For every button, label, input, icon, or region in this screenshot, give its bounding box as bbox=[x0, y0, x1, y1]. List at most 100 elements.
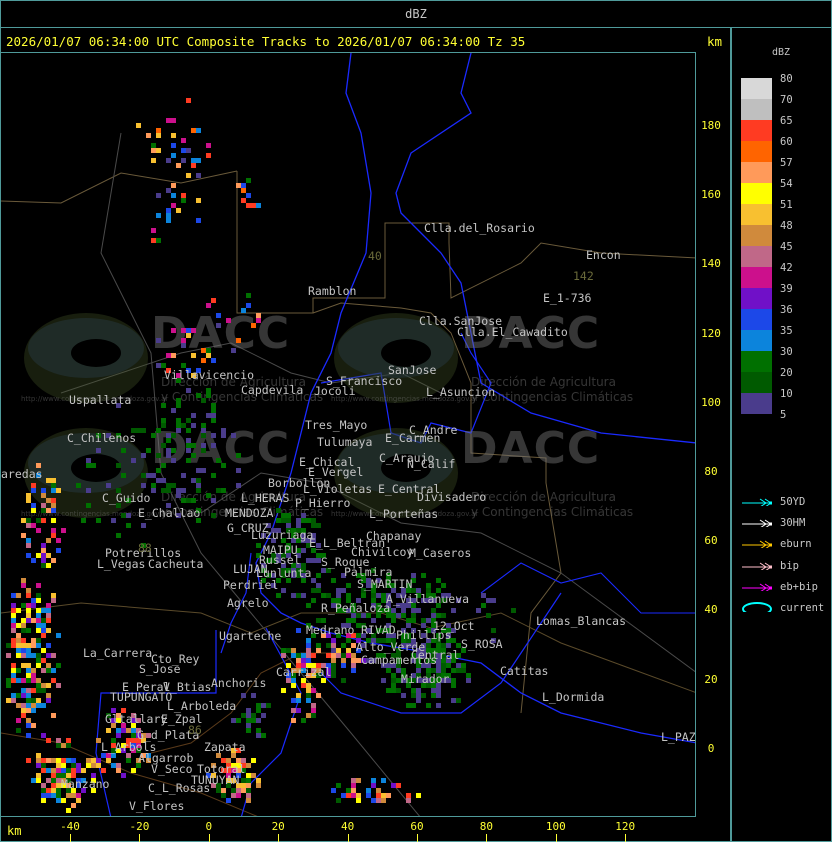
legend-level-label: 48 bbox=[780, 220, 793, 232]
place-label: E_Challao bbox=[138, 506, 201, 520]
echo-pixel bbox=[171, 118, 176, 123]
echo-pixel bbox=[196, 218, 201, 223]
legend-level-label: 65 bbox=[780, 115, 793, 127]
echo-pixel bbox=[391, 688, 396, 693]
echo-pixel bbox=[51, 788, 56, 793]
legend-swatch bbox=[741, 183, 772, 204]
echo-pixel bbox=[26, 603, 31, 608]
echo-pixel bbox=[256, 543, 261, 548]
legend-swatch bbox=[741, 78, 772, 99]
echo-pixel bbox=[196, 468, 201, 473]
echo-pixel bbox=[191, 453, 196, 458]
x-tick-label: -40 bbox=[60, 820, 80, 833]
echo-pixel bbox=[41, 783, 46, 788]
legend-swatch bbox=[741, 162, 772, 183]
echo-pixel bbox=[306, 698, 311, 703]
echo-pixel bbox=[206, 303, 211, 308]
echo-pixel bbox=[356, 793, 361, 798]
echo-pixel bbox=[356, 798, 361, 803]
echo-pixel bbox=[426, 618, 431, 623]
echo-pixel bbox=[26, 518, 31, 523]
echo-pixel bbox=[181, 138, 186, 143]
echo-pixel bbox=[201, 468, 206, 473]
echo-pixel bbox=[41, 633, 46, 638]
echo-pixel bbox=[31, 703, 36, 708]
echo-pixel bbox=[36, 658, 41, 663]
echo-pixel bbox=[66, 793, 71, 798]
echo-pixel bbox=[236, 183, 241, 188]
legend-level-label: 42 bbox=[780, 262, 793, 274]
echo-pixel bbox=[196, 128, 201, 133]
echo-pixel bbox=[191, 158, 196, 163]
echo-pixel bbox=[211, 413, 216, 418]
echo-pixel bbox=[106, 483, 111, 488]
echo-pixel bbox=[36, 613, 41, 618]
echo-pixel bbox=[21, 583, 26, 588]
x-tick-mark bbox=[70, 834, 71, 842]
echo-pixel bbox=[301, 653, 306, 658]
echo-pixel bbox=[56, 758, 61, 763]
track-legend-label: eb+bip bbox=[780, 580, 818, 593]
echo-pixel bbox=[206, 348, 211, 353]
echo-pixel bbox=[196, 198, 201, 203]
place-label: Agrelo bbox=[227, 596, 269, 610]
echo-pixel bbox=[46, 788, 51, 793]
echo-pixel bbox=[281, 688, 286, 693]
echo-pixel bbox=[36, 623, 41, 628]
echo-pixel bbox=[286, 518, 291, 523]
echo-pixel bbox=[161, 463, 166, 468]
echo-pixel bbox=[156, 213, 161, 218]
place-label: Villavicencio bbox=[164, 368, 255, 382]
place-label: C_Chilenos bbox=[67, 431, 137, 445]
echo-pixel bbox=[26, 668, 31, 673]
legend-title: dBZ bbox=[772, 47, 791, 58]
echo-pixel bbox=[246, 203, 251, 208]
echo-pixel bbox=[36, 518, 41, 523]
x-tick-mark bbox=[208, 834, 210, 842]
echo-pixel bbox=[216, 313, 221, 318]
echo-pixel bbox=[116, 733, 121, 738]
legend-swatch bbox=[741, 372, 772, 393]
echo-pixel bbox=[46, 668, 51, 673]
echo-pixel bbox=[16, 643, 21, 648]
echo-pixel bbox=[51, 558, 56, 563]
echo-pixel bbox=[36, 608, 41, 613]
echo-pixel bbox=[86, 763, 91, 768]
echo-pixel bbox=[281, 518, 286, 523]
echo-pixel bbox=[26, 493, 31, 498]
echo-pixel bbox=[26, 593, 31, 598]
echo-pixel bbox=[186, 328, 191, 333]
echo-pixel bbox=[16, 608, 21, 613]
echo-pixel bbox=[211, 298, 216, 303]
radar-map[interactable]: DACC Dirección de Agricultura y Contingenc… bbox=[0, 52, 696, 817]
legend-swatch bbox=[741, 330, 772, 351]
echo-pixel bbox=[16, 638, 21, 643]
echo-pixel bbox=[306, 713, 311, 718]
echo-pixel bbox=[26, 618, 31, 623]
echo-pixel bbox=[26, 613, 31, 618]
echo-pixel bbox=[36, 698, 41, 703]
echo-pixel bbox=[36, 758, 41, 763]
echo-pixel bbox=[11, 638, 16, 643]
echo-pixel bbox=[61, 758, 66, 763]
x-tick-mark bbox=[278, 834, 280, 842]
echo-pixel bbox=[21, 628, 26, 633]
echo-pixel bbox=[81, 768, 86, 773]
y-axis-unit: km bbox=[707, 34, 723, 49]
echo-pixel bbox=[171, 458, 176, 463]
x-tick-mark bbox=[417, 834, 418, 842]
echo-pixel bbox=[176, 428, 181, 433]
x-tick-mark bbox=[347, 834, 349, 842]
echo-pixel bbox=[156, 193, 161, 198]
echo-pixel bbox=[246, 773, 251, 778]
echo-pixel bbox=[246, 783, 251, 788]
echo-pixel bbox=[41, 518, 46, 523]
echo-pixel bbox=[216, 788, 221, 793]
echo-pixel bbox=[306, 603, 311, 608]
echo-pixel bbox=[326, 593, 331, 598]
echo-pixel bbox=[171, 483, 176, 488]
echo-pixel bbox=[41, 493, 46, 498]
echo-pixel bbox=[106, 758, 111, 763]
echo-pixel bbox=[251, 718, 256, 723]
echo-pixel bbox=[191, 353, 196, 358]
